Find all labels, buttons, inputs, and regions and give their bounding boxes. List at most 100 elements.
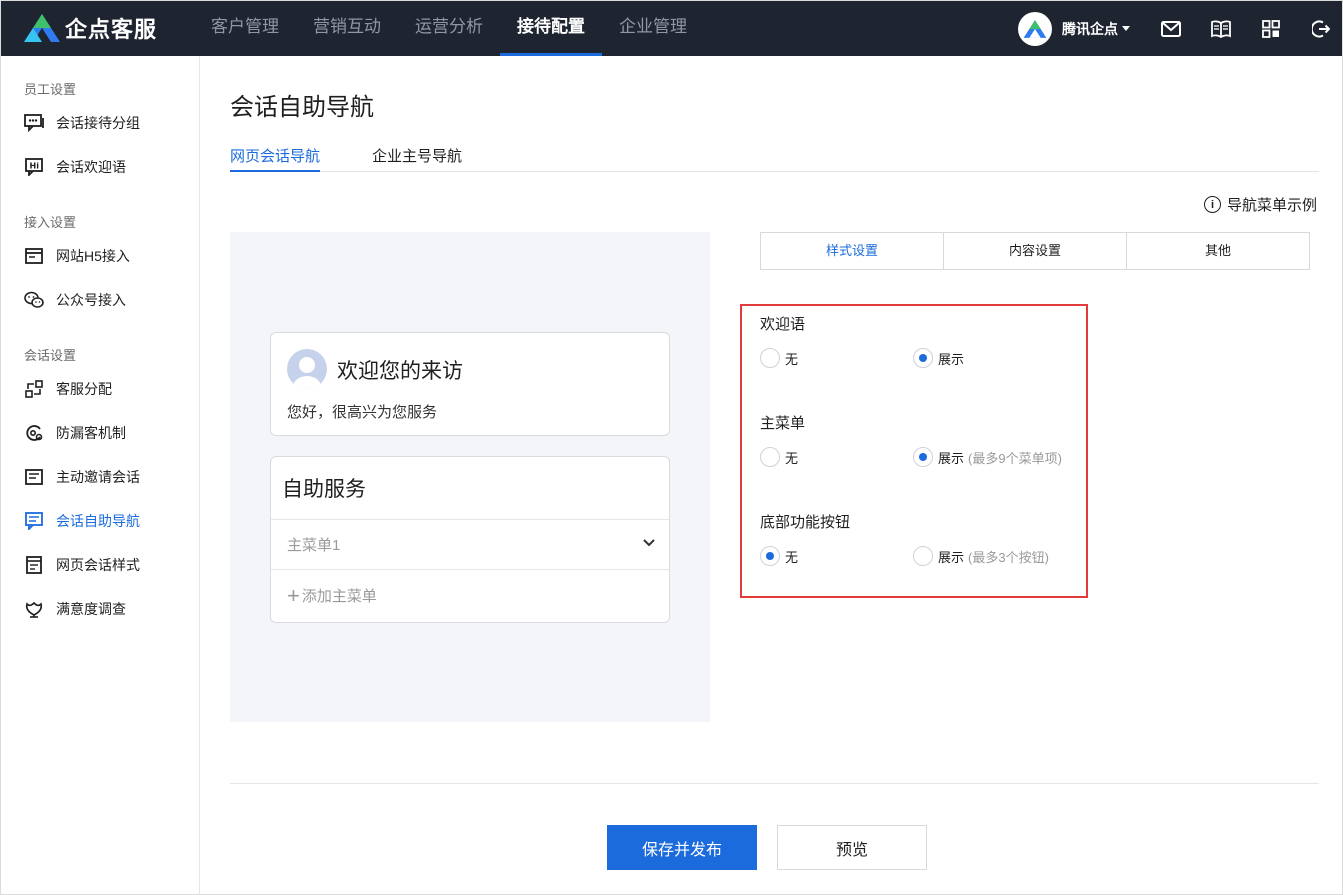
sidebar-item-page-style[interactable]: 网页会话样式 <box>24 554 140 576</box>
welcome-show-radio[interactable]: 展示 <box>913 348 964 368</box>
welcome-text: 您好，很高兴为您服务 <box>287 404 438 421</box>
radio-circle <box>913 348 933 368</box>
org-logo-icon <box>1023 19 1047 38</box>
radio-circle <box>760 348 780 368</box>
self-service-card: 自助服务 主菜单1 + 添加主菜单 <box>270 456 670 623</box>
hi-message-icon: Hi <box>24 157 44 177</box>
sidebar-item-label: 公众号接入 <box>56 292 126 308</box>
footer-divider <box>230 783 1319 784</box>
tab-style-settings[interactable]: 样式设置 <box>761 233 944 269</box>
svg-text:Hi: Hi <box>30 162 40 171</box>
nav-customer-management[interactable]: 客户管理 <box>194 1 296 56</box>
main-menu-show-radio[interactable]: 展示 (最多9个菜单项) <box>913 447 1062 467</box>
bottom-buttons-none-radio[interactable]: 无 <box>760 546 798 566</box>
main-menu-none-radio[interactable]: 无 <box>760 447 798 467</box>
bottom-buttons-show-radio[interactable]: 展示 (最多3个按钮) <box>913 546 1049 566</box>
nav-menu-example-link[interactable]: i 导航菜单示例 <box>1203 194 1317 215</box>
sidebar-item-anti-loss[interactable]: 防漏客机制 <box>24 422 126 444</box>
sidebar-item-self-navigation[interactable]: 会话自助导航 <box>24 510 140 532</box>
sidebar-item-label: 会话接待分组 <box>56 115 140 131</box>
tab-bar: 网页会话导航 企业主号导航 <box>230 141 1319 172</box>
caret-down-icon <box>1122 26 1130 31</box>
self-nav-icon <box>24 511 44 531</box>
welcome-none-radio[interactable]: 无 <box>760 348 798 368</box>
sidebar-group-staff: 员工设置 <box>24 82 77 97</box>
add-main-menu-label: 添加主菜单 <box>301 588 377 605</box>
sidebar-item-official-account[interactable]: 公众号接入 <box>24 289 126 311</box>
avatar <box>287 349 327 389</box>
sidebar-item-reception-group[interactable]: 会话接待分组 <box>24 112 140 134</box>
brand[interactable]: 企点客服 <box>23 12 157 44</box>
welcome-title: 欢迎您的来访 <box>337 360 463 383</box>
welcome-card: 欢迎您的来访 您好，很高兴为您服务 <box>270 332 670 436</box>
radio-hint: (最多9个菜单项) <box>968 450 1062 466</box>
app-window: 企点客服 客户管理 营销互动 运营分析 接待配置 企业管理 腾讯企点 员工设置 … <box>0 0 1343 895</box>
sidebar-item-label: 主动邀请会话 <box>56 469 140 485</box>
chevron-down-icon <box>643 539 655 547</box>
menu-item-label: 主菜单1 <box>287 537 341 554</box>
preview-panel: 欢迎您的来访 您好，很高兴为您服务 自助服务 主菜单1 + 添加主菜单 <box>230 232 710 722</box>
wechat-icon <box>24 290 44 310</box>
radio-label: 无 <box>785 351 799 367</box>
radio-circle <box>760 546 780 566</box>
nav-reception-config[interactable]: 接待配置 <box>500 1 602 56</box>
nav-marketing[interactable]: 营销互动 <box>296 1 398 56</box>
radio-label: 展示 <box>938 549 965 565</box>
satisfaction-icon <box>24 599 44 619</box>
sidebar-item-satisfaction-survey[interactable]: 满意度调查 <box>24 598 126 620</box>
sidebar-item-label: 防漏客机制 <box>56 425 126 441</box>
add-main-menu-button[interactable]: + 添加主菜单 <box>287 583 377 608</box>
mail-icon[interactable] <box>1160 18 1182 40</box>
main-menu-setting-label: 主菜单 <box>760 415 806 432</box>
top-navbar: 企点客服 客户管理 营销互动 运营分析 接待配置 企业管理 腾讯企点 <box>1 1 1342 56</box>
radio-label: 展示 <box>938 450 965 466</box>
book-icon[interactable] <box>1210 18 1232 40</box>
nav-enterprise-management[interactable]: 企业管理 <box>602 1 704 56</box>
sidebar-item-label: 客服分配 <box>56 381 112 397</box>
save-publish-button[interactable]: 保存并发布 <box>607 825 757 870</box>
sidebar: 员工设置 会话接待分组 Hi 会话欢迎语 接入设置 网站H5接入 公众号接入 会… <box>1 56 200 895</box>
sidebar-item-label: 网页会话样式 <box>56 557 140 573</box>
sidebar-item-label: 满意度调查 <box>56 601 126 617</box>
sidebar-item-welcome-message[interactable]: Hi 会话欢迎语 <box>24 156 126 178</box>
sidebar-item-label: 网站H5接入 <box>56 248 130 264</box>
tab-web-session-nav[interactable]: 网页会话导航 <box>230 145 321 172</box>
web-window-icon <box>24 246 44 266</box>
radio-hint: (最多3个按钮) <box>968 549 1049 565</box>
invite-icon <box>24 467 44 487</box>
sidebar-group-session: 会话设置 <box>24 348 77 363</box>
tab-enterprise-account-nav[interactable]: 企业主号导航 <box>372 145 462 172</box>
user-avatar-icon <box>293 357 321 389</box>
brand-name: 企点客服 <box>65 17 158 42</box>
org-switcher[interactable]: 腾讯企点 <box>1062 19 1130 39</box>
anti-loss-icon <box>24 423 44 443</box>
radio-circle <box>913 447 933 467</box>
bottom-buttons-setting-label: 底部功能按钮 <box>760 514 851 531</box>
radio-label: 无 <box>785 450 799 466</box>
sidebar-item-agent-assignment[interactable]: 客服分配 <box>24 378 112 400</box>
top-right-tools: 腾讯企点 <box>1018 1 1342 56</box>
org-name: 腾讯企点 <box>1062 20 1118 37</box>
preview-button[interactable]: 预览 <box>777 825 927 870</box>
sidebar-item-label: 会话欢迎语 <box>56 159 126 175</box>
self-service-title: 自助服务 <box>282 478 366 501</box>
settings-segmented-tabs: 样式设置 内容设置 其他 <box>760 232 1310 270</box>
radio-label: 展示 <box>938 351 965 367</box>
nav-menu-example-label: 导航菜单示例 <box>1226 197 1317 214</box>
sidebar-item-proactive-invite[interactable]: 主动邀请会话 <box>24 466 140 488</box>
tab-content-settings[interactable]: 内容设置 <box>944 233 1127 269</box>
logout-icon[interactable] <box>1310 18 1332 40</box>
triangle-logo-icon <box>24 14 60 42</box>
page-title: 会话自助导航 <box>230 94 374 121</box>
nav-analytics[interactable]: 运营分析 <box>398 1 500 56</box>
avatar[interactable] <box>1018 11 1052 46</box>
welcome-setting-label: 欢迎语 <box>760 316 806 333</box>
sidebar-item-label: 会话自助导航 <box>56 513 140 529</box>
plus-icon: + <box>287 583 300 608</box>
apps-grid-icon[interactable] <box>1260 18 1282 40</box>
page-style-icon <box>24 555 44 575</box>
sidebar-item-h5-access[interactable]: 网站H5接入 <box>24 245 130 267</box>
tab-other-settings[interactable]: 其他 <box>1127 233 1309 269</box>
distribute-icon <box>24 379 44 399</box>
menu-item-row[interactable]: 主菜单1 <box>271 519 669 570</box>
